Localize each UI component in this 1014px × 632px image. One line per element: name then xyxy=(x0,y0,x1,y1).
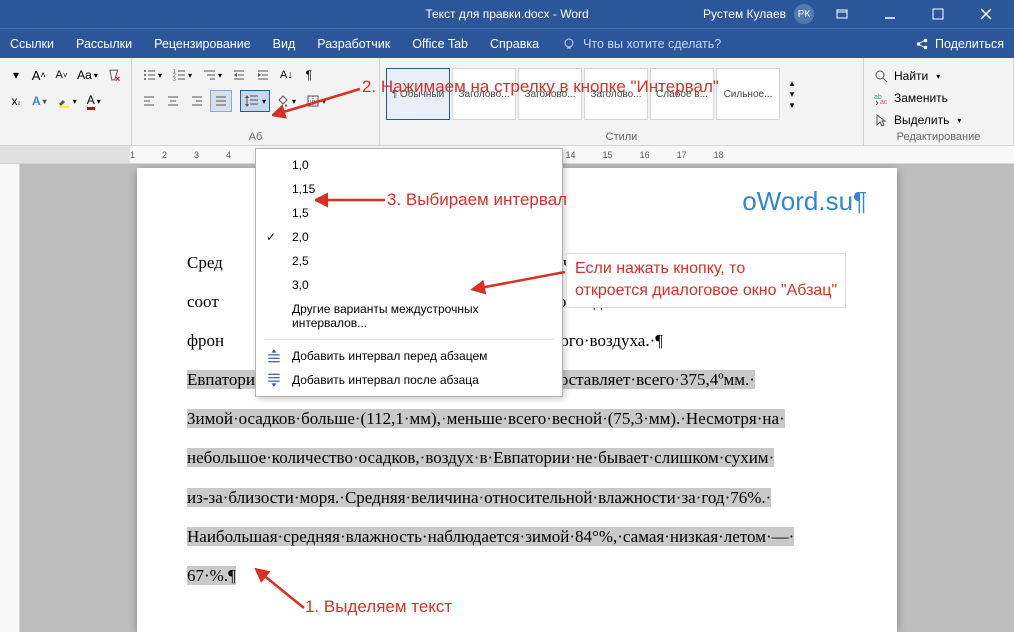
select-button[interactable]: Выделить▾ xyxy=(870,110,1007,130)
subscript-icon[interactable]: x₂ xyxy=(6,90,26,112)
align-right-icon[interactable] xyxy=(186,90,208,112)
annotation-step1: 1. Выделяем текст xyxy=(305,597,452,617)
font-color-icon[interactable]: A▾ xyxy=(83,90,105,112)
line-spacing-button[interactable]: ▾ xyxy=(240,90,270,112)
borders-icon[interactable]: ▾ xyxy=(302,90,330,112)
cursor-icon xyxy=(874,113,888,127)
bulb-icon xyxy=(561,36,577,52)
change-case-icon[interactable]: Aa▾ xyxy=(73,64,101,86)
space-before-icon xyxy=(266,348,282,364)
spacing-option-2-5[interactable]: 2,5 xyxy=(256,249,562,273)
spacing-option-1-0[interactable]: 1,0 xyxy=(256,153,562,177)
spacing-other-options[interactable]: Другие варианты междустрочных интервалов… xyxy=(256,297,562,335)
font-size-decrease-icon[interactable]: ▾ xyxy=(6,64,26,86)
annotation-step3: 3. Выбираем интервал xyxy=(387,190,567,210)
increase-indent-icon[interactable] xyxy=(252,64,274,86)
align-left-icon[interactable] xyxy=(138,90,160,112)
minimize-icon[interactable] xyxy=(870,0,910,28)
style-strong[interactable]: Сильное... xyxy=(716,68,780,120)
tab-references[interactable]: Ссылки xyxy=(10,37,54,51)
tell-me-search[interactable]: Что вы хотите сделать? xyxy=(561,36,721,52)
share-button[interactable]: Поделиться xyxy=(915,37,1004,51)
search-icon xyxy=(874,69,888,83)
styles-more-icon[interactable]: ▴▾▾ xyxy=(782,68,802,120)
menu-separator xyxy=(264,339,554,340)
svg-text:ac: ac xyxy=(880,99,888,105)
multilevel-list-icon[interactable]: ▾ xyxy=(198,64,226,86)
maximize-icon[interactable] xyxy=(918,0,958,28)
tab-developer[interactable]: Разработчик xyxy=(317,37,390,51)
space-after-icon xyxy=(266,372,282,388)
close-icon[interactable] xyxy=(966,0,1006,28)
justify-icon[interactable] xyxy=(210,90,232,112)
shading-icon[interactable]: ▾ xyxy=(272,90,300,112)
share-icon xyxy=(915,37,929,51)
title-bar: Текст для правки.docx - Word Рустем Кула… xyxy=(0,0,1014,28)
check-icon: ✓ xyxy=(266,230,276,244)
svg-text:3: 3 xyxy=(173,77,176,82)
numbering-icon[interactable]: 123▾ xyxy=(168,64,196,86)
sort-icon[interactable]: A↓ xyxy=(276,64,297,86)
tab-view[interactable]: Вид xyxy=(273,37,296,51)
tab-review[interactable]: Рецензирование xyxy=(154,37,251,51)
line-spacing-menu: 1,0 1,15 1,5 ✓2,0 2,5 3,0 Другие вариант… xyxy=(255,148,563,397)
add-space-after[interactable]: Добавить интервал после абзаца xyxy=(256,368,562,392)
watermark: oWord.su¶ xyxy=(742,186,867,217)
clear-format-icon[interactable] xyxy=(103,64,125,86)
spacing-option-3-0[interactable]: 3,0 xyxy=(256,273,562,297)
replace-button[interactable]: abac Заменить xyxy=(870,88,1007,108)
styles-group-label: Стили xyxy=(380,131,863,143)
document-title: Текст для правки.docx - Word xyxy=(425,7,588,21)
annotation-hint: Если нажать кнопку, то откроется диалого… xyxy=(566,253,846,308)
spacing-option-2-0[interactable]: ✓2,0 xyxy=(256,225,562,249)
ribbon: ▾ A˄ A˅ Aa▾ x₂ A▾ ▾ A▾ ▾ 123▾ ▾ A↓ ¶ xyxy=(0,58,1014,146)
replace-icon: abac xyxy=(874,91,888,105)
align-center-icon[interactable] xyxy=(162,90,184,112)
tab-help[interactable]: Справка xyxy=(490,37,539,51)
text-effects-icon[interactable]: A▾ xyxy=(28,90,51,112)
ribbon-tabs: Ссылки Рассылки Рецензирование Вид Разра… xyxy=(0,28,1014,58)
ribbon-display-icon[interactable] xyxy=(822,0,862,28)
tab-mailings[interactable]: Рассылки xyxy=(76,37,132,51)
user-avatar[interactable]: РК xyxy=(794,4,814,24)
find-button[interactable]: Найти▾ xyxy=(870,66,1007,86)
annotation-step2: 2. Нажимаем на стрелку в кнопке "Интерва… xyxy=(362,77,719,97)
show-marks-icon[interactable]: ¶ xyxy=(299,64,319,86)
decrease-indent-icon[interactable] xyxy=(228,64,250,86)
increase-font-icon[interactable]: A˄ xyxy=(28,64,49,86)
add-space-before[interactable]: Добавить интервал перед абзацем xyxy=(256,344,562,368)
paragraph-group-label: Аб xyxy=(132,131,379,143)
highlight-icon[interactable]: ▾ xyxy=(53,90,81,112)
bullets-icon[interactable]: ▾ xyxy=(138,64,166,86)
vertical-ruler[interactable] xyxy=(0,164,20,632)
user-name[interactable]: Рустем Кулаев xyxy=(703,7,786,21)
editing-group-label: Редактирование xyxy=(864,131,1013,143)
decrease-font-icon[interactable]: A˅ xyxy=(51,64,71,86)
tab-office[interactable]: Office Tab xyxy=(412,37,468,51)
